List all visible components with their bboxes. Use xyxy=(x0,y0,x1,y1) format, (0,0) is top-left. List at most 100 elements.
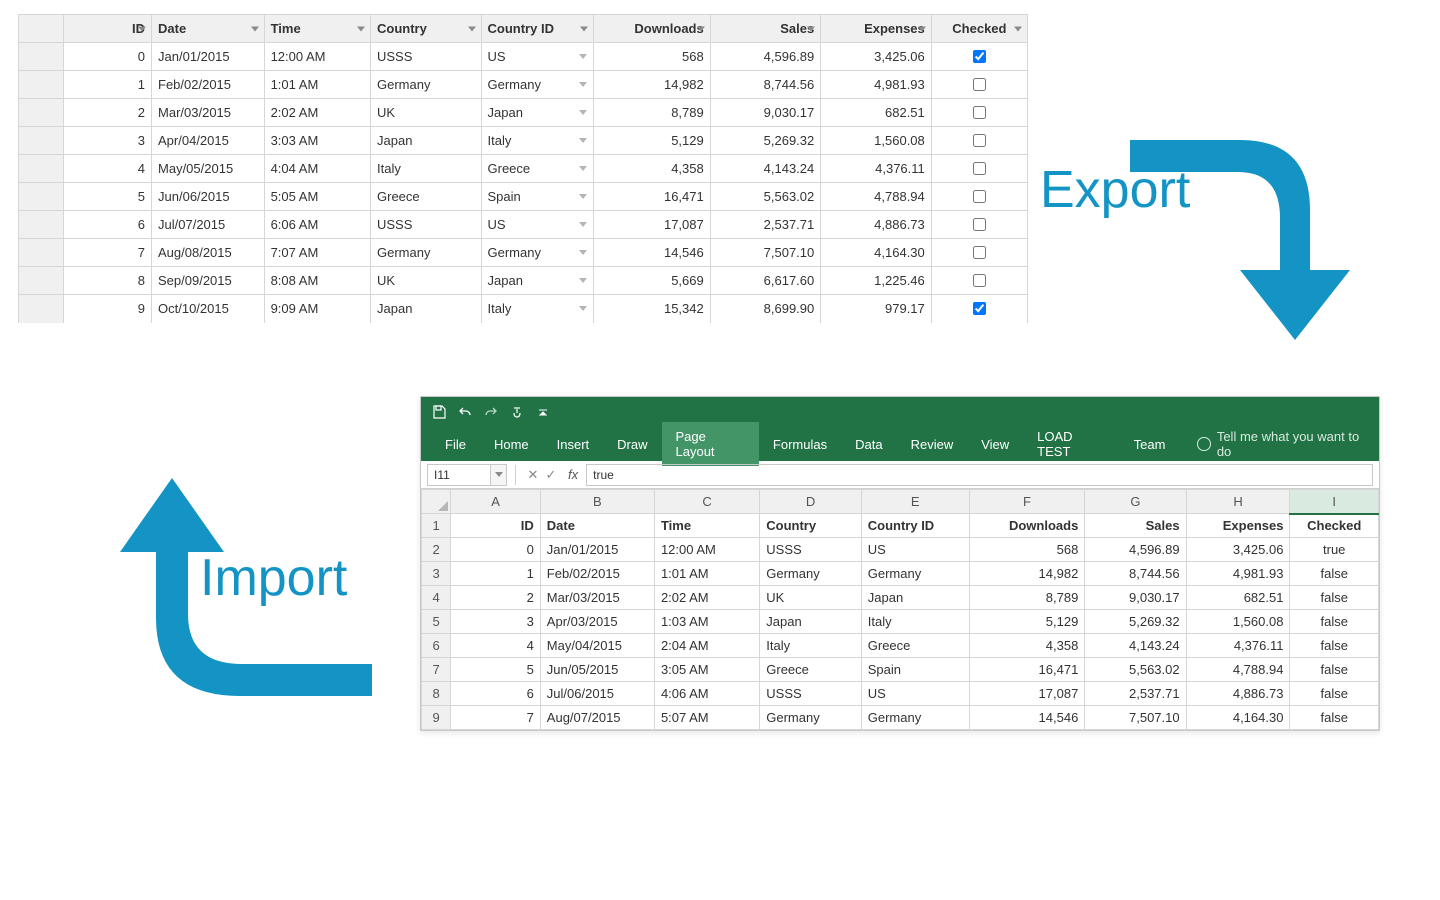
cell[interactable]: Italy xyxy=(760,634,861,658)
cell-time[interactable]: 8:08 AM xyxy=(264,267,370,295)
cell[interactable]: false xyxy=(1290,706,1379,730)
cell-checked[interactable] xyxy=(931,295,1027,323)
cell[interactable]: Germany xyxy=(861,706,969,730)
cell[interactable]: Aug/07/2015 xyxy=(540,706,654,730)
cell[interactable]: Spain xyxy=(861,658,969,682)
cell[interactable]: USSS xyxy=(760,538,861,562)
table-row[interactable]: 1Feb/02/20151:01 AMGermanyGermany14,9828… xyxy=(19,71,1028,99)
chevron-down-icon[interactable] xyxy=(579,306,587,311)
cell[interactable]: 4,981.93 xyxy=(1186,562,1290,586)
touch-mode-icon[interactable] xyxy=(509,404,525,420)
cell-sales[interactable]: 8,699.90 xyxy=(710,295,821,323)
cell-date[interactable]: Mar/03/2015 xyxy=(152,99,265,127)
cell[interactable]: 0 xyxy=(451,538,540,562)
cell-checked[interactable] xyxy=(931,71,1027,99)
cell-expenses[interactable]: 3,425.06 xyxy=(821,43,932,71)
cell[interactable]: 4,143.24 xyxy=(1085,634,1186,658)
cell-sales[interactable]: 5,269.32 xyxy=(710,127,821,155)
row-number[interactable]: 7 xyxy=(422,658,451,682)
table-row[interactable]: 9Oct/10/20159:09 AMJapanItaly15,3428,699… xyxy=(19,295,1028,323)
chevron-down-icon[interactable] xyxy=(579,278,587,283)
row-number[interactable]: 1 xyxy=(422,514,451,538)
cell-time[interactable]: 3:03 AM xyxy=(264,127,370,155)
filter-icon[interactable] xyxy=(357,26,365,31)
ribbon-tab-formulas[interactable]: Formulas xyxy=(759,430,841,459)
cell[interactable]: Greece xyxy=(861,634,969,658)
cell[interactable]: Jul/06/2015 xyxy=(540,682,654,706)
chevron-down-icon[interactable] xyxy=(579,54,587,59)
cell-checked[interactable] xyxy=(931,127,1027,155)
cell[interactable]: Italy xyxy=(861,610,969,634)
cell[interactable]: 17,087 xyxy=(969,682,1085,706)
cell-country-id[interactable]: Germany xyxy=(481,239,594,267)
ribbon-tab-home[interactable]: Home xyxy=(480,430,543,459)
cell-expenses[interactable]: 4,376.11 xyxy=(821,155,932,183)
cell-id[interactable]: 6 xyxy=(64,211,152,239)
excel-row[interactable]: 97Aug/07/20155:07 AMGermanyGermany14,546… xyxy=(422,706,1379,730)
cell[interactable]: false xyxy=(1290,610,1379,634)
cell[interactable]: 1,560.08 xyxy=(1186,610,1290,634)
cell[interactable]: 4:06 AM xyxy=(654,682,759,706)
cell-country[interactable]: Japan xyxy=(371,295,482,323)
cell-time[interactable]: 1:01 AM xyxy=(264,71,370,99)
table-row[interactable]: 4May/05/20154:04 AMItalyGreece4,3584,143… xyxy=(19,155,1028,183)
cell[interactable]: 14,982 xyxy=(969,562,1085,586)
cell[interactable]: Germany xyxy=(760,562,861,586)
cell-downloads[interactable]: 14,982 xyxy=(594,71,711,99)
table-row[interactable]: 6Jul/07/20156:06 AMUSSSUS17,0872,537.714… xyxy=(19,211,1028,239)
cell[interactable]: 568 xyxy=(969,538,1085,562)
undo-icon[interactable] xyxy=(457,404,473,420)
checked-checkbox[interactable] xyxy=(973,50,986,63)
col-header-id[interactable]: ID xyxy=(64,15,152,43)
filter-icon[interactable] xyxy=(580,26,588,31)
cell[interactable]: 4,164.30 xyxy=(1186,706,1290,730)
cell[interactable]: 6 xyxy=(451,682,540,706)
cell-sales[interactable]: 6,617.60 xyxy=(710,267,821,295)
qat-more-icon[interactable] xyxy=(535,404,551,420)
cell[interactable]: US xyxy=(861,538,969,562)
cell[interactable]: Time xyxy=(654,514,759,538)
cell-sales[interactable]: 9,030.17 xyxy=(710,99,821,127)
cell[interactable]: May/04/2015 xyxy=(540,634,654,658)
excel-row[interactable]: 75Jun/05/20153:05 AMGreeceSpain16,4715,5… xyxy=(422,658,1379,682)
cell[interactable]: 4,358 xyxy=(969,634,1085,658)
table-row[interactable]: 5Jun/06/20155:05 AMGreeceSpain16,4715,56… xyxy=(19,183,1028,211)
chevron-down-icon[interactable] xyxy=(579,194,587,199)
cell-time[interactable]: 7:07 AM xyxy=(264,239,370,267)
ribbon-tab-insert[interactable]: Insert xyxy=(543,430,604,459)
cell[interactable]: 2,537.71 xyxy=(1085,682,1186,706)
row-selector[interactable] xyxy=(19,127,64,155)
cell[interactable]: 682.51 xyxy=(1186,586,1290,610)
data-grid[interactable]: ID Date Time Country Country ID Download… xyxy=(18,14,1028,323)
cell[interactable]: false xyxy=(1290,562,1379,586)
cell[interactable]: 8,789 xyxy=(969,586,1085,610)
cell-country-id[interactable]: Italy xyxy=(481,127,594,155)
cell-time[interactable]: 2:02 AM xyxy=(264,99,370,127)
cell-downloads[interactable]: 8,789 xyxy=(594,99,711,127)
checked-checkbox[interactable] xyxy=(973,78,986,91)
chevron-down-icon[interactable] xyxy=(579,222,587,227)
cell-checked[interactable] xyxy=(931,239,1027,267)
cell-country[interactable]: Italy xyxy=(371,155,482,183)
excel-row[interactable]: 31Feb/02/20151:01 AMGermanyGermany14,982… xyxy=(422,562,1379,586)
col-letter-A[interactable]: A xyxy=(451,490,540,514)
excel-row[interactable]: 86Jul/06/20154:06 AMUSSSUS17,0872,537.71… xyxy=(422,682,1379,706)
col-letter-E[interactable]: E xyxy=(861,490,969,514)
col-letter-I[interactable]: I xyxy=(1290,490,1379,514)
col-header-checked[interactable]: Checked xyxy=(931,15,1027,43)
cell-country[interactable]: USSS xyxy=(371,211,482,239)
cell-country[interactable]: Germany xyxy=(371,239,482,267)
table-row[interactable]: 0Jan/01/201512:00 AMUSSSUS5684,596.893,4… xyxy=(19,43,1028,71)
cell-date[interactable]: Jun/06/2015 xyxy=(152,183,265,211)
cell-sales[interactable]: 4,143.24 xyxy=(710,155,821,183)
ribbon-tab-page-layout[interactable]: Page Layout xyxy=(662,422,759,466)
accept-formula-icon[interactable]: ✓ xyxy=(542,467,560,483)
cell-downloads[interactable]: 568 xyxy=(594,43,711,71)
cancel-formula-icon[interactable]: ✕ xyxy=(524,467,542,483)
cell[interactable]: 9,030.17 xyxy=(1085,586,1186,610)
cell[interactable]: UK xyxy=(760,586,861,610)
cell-id[interactable]: 0 xyxy=(64,43,152,71)
col-letter-D[interactable]: D xyxy=(760,490,861,514)
col-header-time[interactable]: Time xyxy=(264,15,370,43)
cell-checked[interactable] xyxy=(931,183,1027,211)
